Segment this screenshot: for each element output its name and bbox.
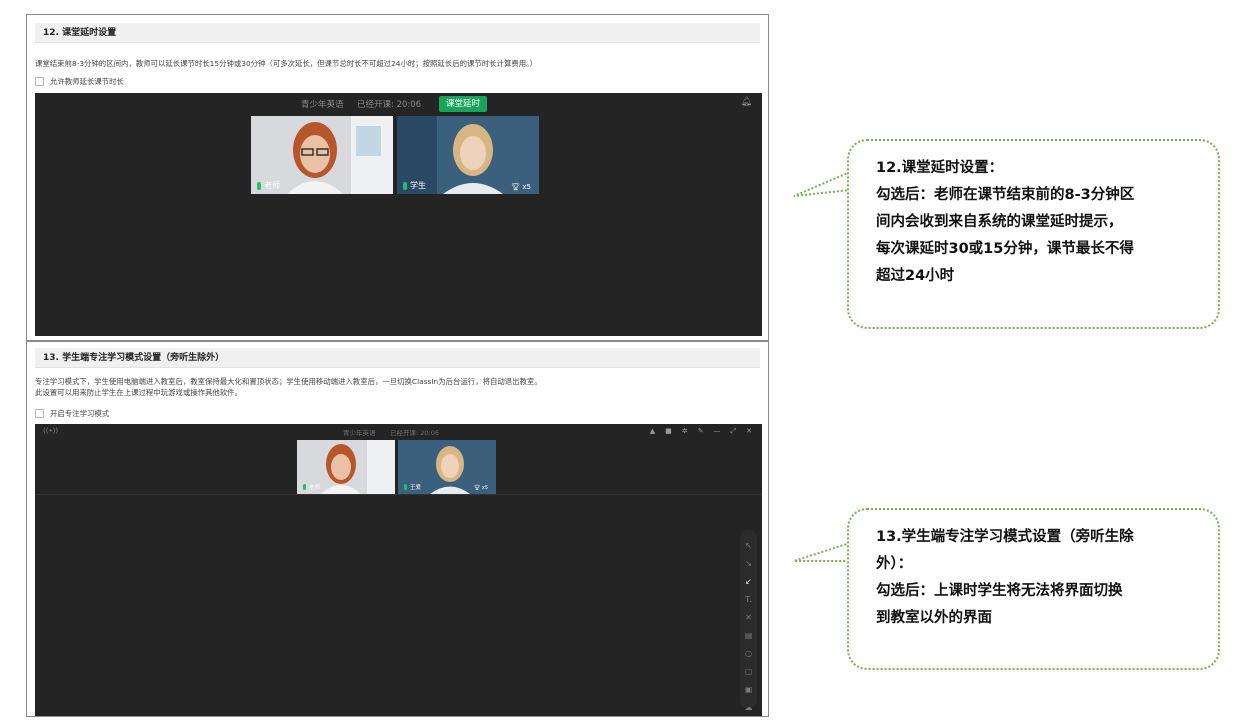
settings-panel-focus-mode: 13. 学生端专注学习模式设置（旁听生除外） 专注学习模式下，学生使用电脑端进入… xyxy=(26,341,769,717)
teacher-label: 老师 xyxy=(303,483,320,491)
trash-icon[interactable]: ▤ xyxy=(745,630,753,642)
classroom-delay-button[interactable]: 课堂延时 xyxy=(439,96,488,112)
pin-icon[interactable]: ✎ xyxy=(698,427,704,436)
callout-line: 勾选后：老师在课节结束前的8-3分钟区 xyxy=(876,187,1135,203)
mic-icon xyxy=(403,181,407,190)
laser-icon[interactable]: ↘ xyxy=(745,558,752,570)
student-label: 王爱 xyxy=(404,483,421,491)
course-title: 青少年英语 xyxy=(343,429,376,437)
checkbox-row-allow-extend[interactable]: 允许教师延长课节时长 xyxy=(35,75,124,87)
trophy-count: 🏆︎ x5 xyxy=(473,485,488,491)
section-description-focus-2: 此设置可以用来防止学生在上课过程中玩游戏或操作其他软件。 xyxy=(35,388,242,397)
student-video-tile[interactable]: 王爱 🏆︎ x5 xyxy=(398,440,496,494)
section-description-delay: 课堂结束前8-3分钟的区间内，教师可以延长课节时长15分钟或30分钟（可多次延长… xyxy=(35,59,538,68)
signal-icon: ((•)) xyxy=(43,427,59,435)
focus-mode-label: 开启专注学习模式 xyxy=(50,408,110,418)
board-icon[interactable]: ▢ xyxy=(745,666,753,678)
expand-icon[interactable]: ⤢ xyxy=(731,427,737,436)
mic-icon xyxy=(303,484,306,490)
bell-icon[interactable]: 🔔︎ xyxy=(741,97,752,107)
focus-mode-checkbox[interactable] xyxy=(35,408,44,418)
course-title: 青少年英语 xyxy=(301,100,344,110)
gear-icon[interactable]: ✲ xyxy=(682,427,688,436)
settings-panel-classroom-delay: 12. 课堂延时设置 课堂结束前8-3分钟的区间内，教师可以延长课节时长15分钟… xyxy=(26,14,769,341)
callout-line: 到教室以外的界面 xyxy=(876,610,992,626)
callout-line: 每次课延时30或15分钟，课节最长不得 xyxy=(876,241,1134,257)
allow-extend-label: 允许教师延长课节时长 xyxy=(50,76,124,86)
callout-focus-mode: 13.学生端专注学习模式设置（旁听生除 外）： 勾选后：上课时学生将无法将界面切… xyxy=(847,508,1220,670)
checkbox-row-focus-mode[interactable]: 开启专注学习模式 xyxy=(35,407,109,419)
mic-icon xyxy=(257,181,261,190)
teacher-label: 老师 xyxy=(257,180,280,191)
classroom-preview-delay: 青少年英语 已经开课: 20:06 课堂延时 🔔︎ 老师 学生 🏆︎ x5 xyxy=(35,93,762,336)
teacher-video-tile[interactable]: 老师 xyxy=(297,440,395,494)
callout-classroom-delay: 12.课堂延时设置： 勾选后：老师在课节结束前的8-3分钟区 间内会收到来自系统… xyxy=(847,139,1220,329)
whiteboard-toolbar: ↖ ↘ ↙ T. ✕ ▤ ○ ▢ ▣ ☁︎ xyxy=(740,530,757,712)
window-toolbar: ▲ ■ ✲ ✎ — ⤢ ✕ xyxy=(650,427,752,436)
callout-line: 勾选后：上课时学生将无法将界面切换 xyxy=(876,583,1123,599)
pen-icon[interactable]: ↙ xyxy=(745,576,752,588)
callout-line: 间内会收到来自系统的课堂延时提示， xyxy=(876,214,1123,230)
callout-line: 超过24小时 xyxy=(876,268,955,284)
eraser-icon[interactable]: ✕ xyxy=(745,612,752,624)
callout-line: 外）： xyxy=(876,556,913,572)
minimize-icon[interactable]: — xyxy=(714,427,721,436)
callout-line: 12.课堂延时设置： xyxy=(876,160,1004,176)
mic-icon xyxy=(404,484,407,490)
cloud-icon[interactable]: ☁︎ xyxy=(745,702,753,714)
divider xyxy=(35,494,762,495)
text-icon[interactable]: T. xyxy=(745,594,751,606)
toolbox-icon[interactable]: ▣ xyxy=(745,684,753,696)
elapsed-time: 已经开课: 20:06 xyxy=(357,100,422,110)
close-icon[interactable]: ✕ xyxy=(746,427,752,436)
camera-icon[interactable]: ■ xyxy=(665,427,672,436)
student-video-tile[interactable]: 学生 🏆︎ x5 xyxy=(397,116,539,194)
bell-icon[interactable]: ▲ xyxy=(650,427,655,436)
allow-extend-checkbox[interactable] xyxy=(35,76,44,86)
section-heading-delay: 12. 课堂延时设置 xyxy=(35,23,760,43)
callout-tail-13 xyxy=(793,542,851,562)
classroom-preview-focus: ((•)) 青少年英语 已经开课: 20:06 ▲ ■ ✲ ✎ — ⤢ ✕ 老师 xyxy=(35,424,762,716)
cursor-icon[interactable]: ↖ xyxy=(745,540,752,552)
section-heading-focus: 13. 学生端专注学习模式设置（旁听生除外） xyxy=(35,348,760,368)
callout-tail-12 xyxy=(793,171,851,197)
section-description-focus-1: 专注学习模式下，学生使用电脑端进入教室后，教室保持最大化和置顶状态；学生使用移动… xyxy=(35,377,542,386)
callout-line: 13.学生端专注学习模式设置（旁听生除 xyxy=(876,529,1134,545)
elapsed-time: 已经开课: 20:06 xyxy=(390,429,439,437)
shape-icon[interactable]: ○ xyxy=(745,648,752,660)
teacher-video-tile[interactable]: 老师 xyxy=(251,116,393,194)
student-label: 学生 xyxy=(403,180,426,191)
trophy-count: 🏆︎ x5 xyxy=(511,183,531,191)
